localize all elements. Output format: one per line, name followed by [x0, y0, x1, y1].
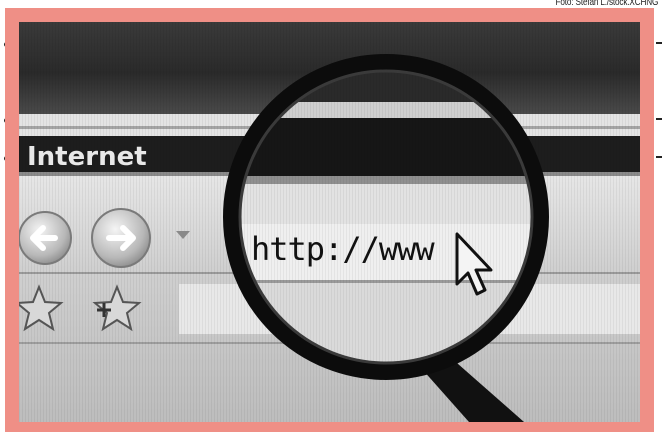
- browser-label: Internet: [27, 142, 147, 172]
- forward-arrow-icon: [91, 208, 151, 268]
- photo-credit: Foto: Stefan L./stock.XCHNG: [555, 0, 658, 8]
- photo-frame: Internet http://www: [5, 8, 654, 432]
- right-tick-1: [656, 42, 662, 44]
- url-text: http://www: [251, 230, 435, 268]
- back-arrow-icon: [19, 211, 72, 265]
- photo: Internet http://www: [19, 22, 640, 422]
- right-tick-3: [656, 156, 662, 158]
- right-tick-2: [656, 118, 662, 120]
- photo-illustration: Internet http://www: [19, 22, 640, 422]
